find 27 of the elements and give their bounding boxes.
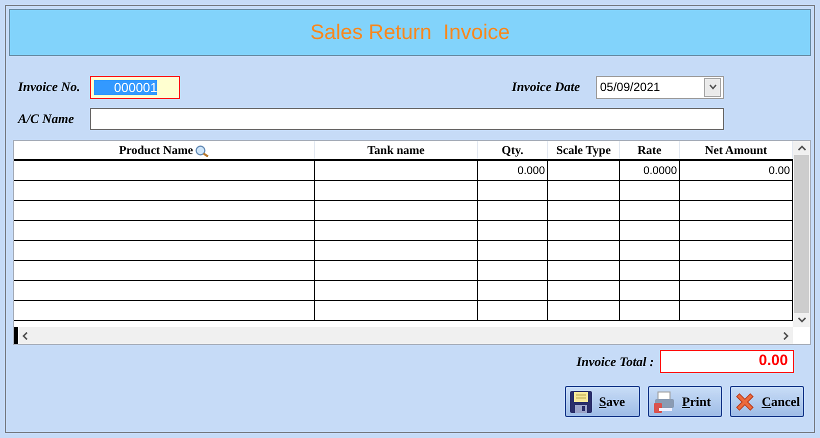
table-cell: 0.000 <box>478 160 548 180</box>
horizontal-scrollbar[interactable] <box>14 327 793 344</box>
vertical-scrollbar[interactable] <box>793 141 810 327</box>
input-field[interactable] <box>90 108 724 130</box>
column-header[interactable]: Net Amount <box>680 141 792 160</box>
table-cell: 0.00 <box>680 160 792 180</box>
table-cell: 0.0000 <box>620 160 680 180</box>
column-header[interactable]: Qty. <box>478 141 548 160</box>
printer-icon <box>652 390 676 414</box>
date-picker[interactable]: 05/09/2021 <box>596 76 724 98</box>
field-label: A/C Name <box>18 111 75 127</box>
total-field: 0.00 <box>660 350 794 373</box>
field-label: Invoice No. <box>18 79 82 95</box>
field-label: Invoice Date <box>512 79 580 95</box>
print-button[interactable]: Print <box>648 386 722 417</box>
cancel-button[interactable]: Cancel <box>730 386 804 417</box>
scroll-left-icon <box>22 332 28 340</box>
column-header[interactable]: Tank name <box>314 141 478 160</box>
column-header[interactable]: Scale Type <box>548 141 620 160</box>
column-header[interactable]: Product Name <box>14 141 314 160</box>
save-button[interactable]: Save <box>565 386 640 417</box>
window-title: Sales Return Invoice <box>310 20 510 44</box>
scroll-right-icon <box>783 332 789 340</box>
scroll-down-icon <box>798 317 806 323</box>
scroll-up-icon <box>798 145 806 151</box>
total-label: Invoice Total : <box>576 354 654 370</box>
column-header[interactable]: Rate <box>620 141 680 160</box>
